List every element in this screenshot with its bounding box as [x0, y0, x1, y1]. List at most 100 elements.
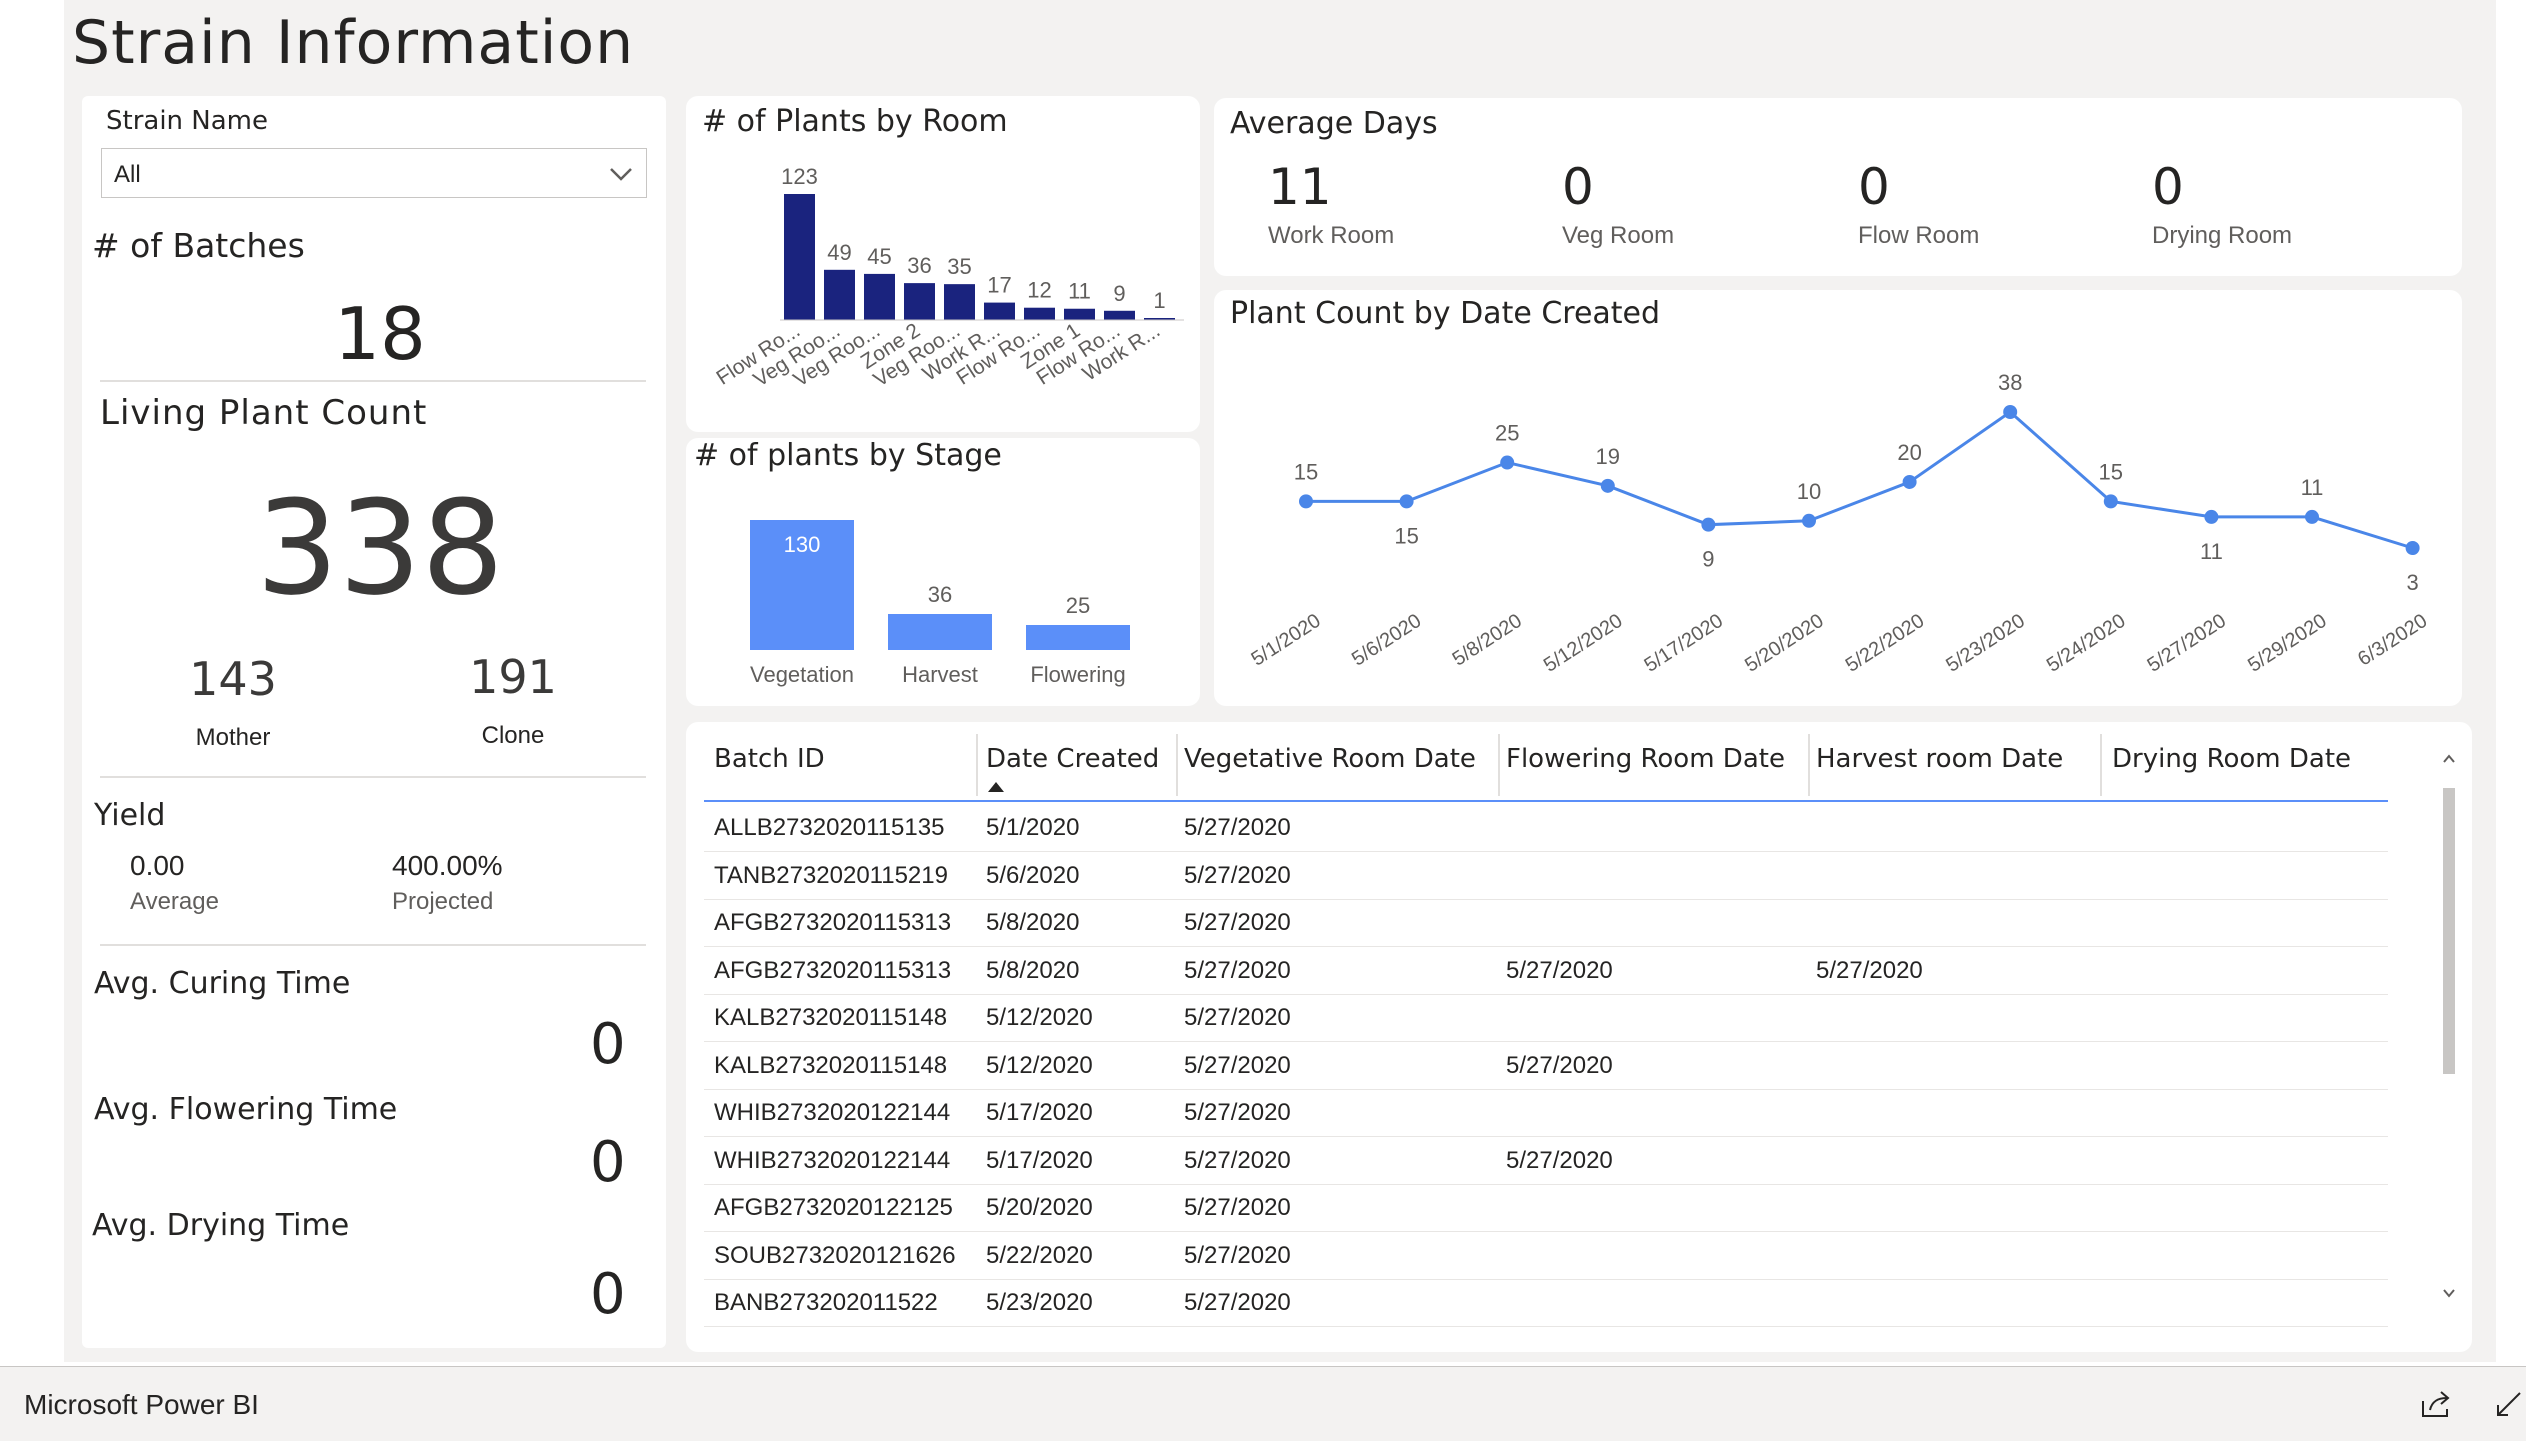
room-bar-label: 11 [1068, 279, 1091, 304]
room-bar [904, 283, 935, 320]
table-row[interactable]: SOUB2732020121626 5/22/2020 5/27/2020 [704, 1232, 2388, 1280]
line-point-label: 11 [2200, 539, 2223, 564]
powerbi-brand-link[interactable]: Microsoft Power BI [24, 1389, 259, 1421]
line-axis-label: 5/8/2020 [1449, 610, 1526, 671]
batches-label: # of Batches [92, 226, 305, 265]
table-cell: 5/27/2020 [1184, 1146, 1291, 1174]
scroll-thumb[interactable] [2443, 788, 2455, 1074]
line-point-label: 10 [1797, 479, 1821, 504]
column-header[interactable]: Batch ID [714, 744, 825, 774]
header-underline [704, 800, 2388, 802]
line-point-label: 9 [1702, 547, 1714, 572]
table-row[interactable]: AFGB2732020122125 5/20/2020 5/27/2020 [704, 1184, 2388, 1232]
table-cell: 5/22/2020 [986, 1241, 1093, 1269]
line-axis-label: 5/27/2020 [2144, 610, 2231, 677]
table-cell: 5/27/2020 [1506, 1051, 1613, 1079]
line-point [2305, 509, 2319, 524]
line-point [1701, 517, 1716, 532]
curing-label: Avg. Curing Time [94, 966, 351, 1001]
line-axis-label: 5/1/2020 [1247, 610, 1324, 671]
table-row[interactable]: AFGB2732020115313 5/8/2020 5/27/2020 5/27/2… [704, 947, 2388, 995]
scroll-up-icon[interactable] [2442, 752, 2456, 766]
table-cell: 5/12/2020 [986, 1051, 1093, 1079]
column-header[interactable]: Date Created [986, 744, 1159, 774]
line-point-label: 11 [2301, 475, 2324, 500]
line-point [1500, 455, 1515, 470]
avg-days-value: 0 [2152, 158, 2184, 216]
line-axis-label: 6/3/2020 [2354, 610, 2431, 671]
share-icon[interactable] [2420, 1389, 2454, 1419]
expand-icon[interactable] [2494, 1389, 2524, 1419]
room-bar-label: 45 [867, 244, 891, 269]
column-header[interactable]: Drying Room Date [2112, 744, 2351, 774]
table-cell: 5/27/2020 [1184, 1241, 1291, 1269]
table-cell: 5/27/2020 [1184, 861, 1291, 889]
stage-bar-label: 36 [928, 582, 952, 607]
table-cell: 5/27/2020 [1816, 956, 1923, 984]
line-point [2103, 494, 2118, 509]
plants-by-stage-chart: 130 Vegetation 36 Harvest 25 Flowering [750, 520, 1130, 687]
table-row[interactable]: KALB2732020115148 5/12/2020 5/27/2020 5/27/… [704, 1042, 2388, 1090]
table-cell: TANB2732020115219 [714, 861, 948, 889]
line-axis-label: 5/22/2020 [1842, 610, 1929, 677]
stage-axis-label: Harvest [902, 662, 978, 687]
mother-value: 143 [189, 652, 277, 706]
plant-count-line-chart: 15 5/1/2020 15 5/6/2020 25 5/8/2020 19 5/12/202… [1247, 370, 2431, 677]
batches-value: 18 [334, 292, 426, 376]
line-axis-label: 5/6/2020 [1348, 610, 1425, 671]
room-bar-label: 12 [1027, 278, 1051, 303]
plants-by-room-title: # of Plants by Room [702, 104, 1008, 139]
page-title: Strain Information [72, 8, 635, 78]
drying-value: 0 [590, 1262, 626, 1327]
line-point-label: 3 [2406, 570, 2418, 595]
line-axis-label: 5/23/2020 [1942, 610, 2029, 677]
column-header[interactable]: Flowering Room Date [1506, 744, 1785, 774]
line-axis-label: 5/24/2020 [2043, 610, 2130, 677]
line-point-label: 38 [1998, 370, 2022, 395]
average-days-title: Average Days [1230, 106, 1438, 141]
stage-bar-label: 25 [1066, 593, 1090, 618]
table-cell: 5/27/2020 [1184, 1004, 1291, 1031]
table-cell: AFGB2732020115313 [714, 909, 952, 936]
table-row[interactable]: ALLB2732020115135 5/1/2020 5/27/2020 [704, 804, 2388, 852]
line-point [2003, 405, 2018, 419]
table-row[interactable]: KALB2732020115148 5/12/2020 5/27/2020 [704, 994, 2388, 1042]
clone-value: 191 [469, 650, 557, 704]
line-point-label: 15 [1294, 459, 1318, 484]
scroll-down-icon[interactable] [2442, 1286, 2456, 1300]
table-cell: AFGB2732020115313 [714, 956, 952, 984]
table-cell: WHIB2732020122144 [714, 1099, 951, 1126]
line-point [1600, 478, 1615, 493]
dropdown-value: All [114, 161, 141, 188]
table-scrollbar[interactable] [2440, 752, 2458, 1312]
column-header[interactable]: Vegetative Room Date [1184, 744, 1476, 774]
slicer-label: Strain Name [106, 106, 268, 136]
chevron-down-icon [610, 168, 632, 181]
column-header[interactable]: Harvest room Date [1816, 744, 2063, 774]
stage-bar [1026, 625, 1130, 650]
avg-days-label: Veg Room [1562, 222, 1675, 249]
table-row[interactable]: TANB2732020115219 5/6/2020 5/27/2020 [704, 852, 2388, 900]
column-separator [1176, 734, 1178, 796]
table-row[interactable]: WHIB2732020122144 5/17/2020 5/27/2020 [704, 1089, 2388, 1137]
line-point-label: 19 [1596, 444, 1620, 469]
table-cell: 5/8/2020 [986, 909, 1080, 936]
table-cell: 5/8/2020 [986, 956, 1080, 984]
stage-axis-label: Vegetation [750, 662, 854, 687]
table-cell: 5/12/2020 [986, 1004, 1093, 1031]
avg-days-label: Drying Room [2152, 222, 2293, 249]
divider [100, 776, 646, 778]
mother-label: Mother [195, 724, 271, 751]
table-cell: 5/20/2020 [986, 1194, 1093, 1221]
room-bar [864, 273, 895, 320]
table-row[interactable]: AFGB2732020115313 5/8/2020 5/27/2020 [704, 899, 2388, 947]
room-bar [1024, 307, 1055, 320]
column-separator [2100, 734, 2102, 796]
plant-count-line [1306, 410, 2414, 550]
room-bar-label: 49 [827, 240, 851, 265]
strain-name-dropdown[interactable]: All [101, 148, 647, 198]
table-cell: 5/27/2020 [1506, 956, 1613, 984]
table-row[interactable]: BANB273202011522 5/23/2020 5/27/2020 [704, 1279, 2388, 1327]
room-bar [1104, 310, 1135, 320]
table-row[interactable]: WHIB2732020122144 5/17/2020 5/27/2020 5/27/… [704, 1137, 2388, 1185]
